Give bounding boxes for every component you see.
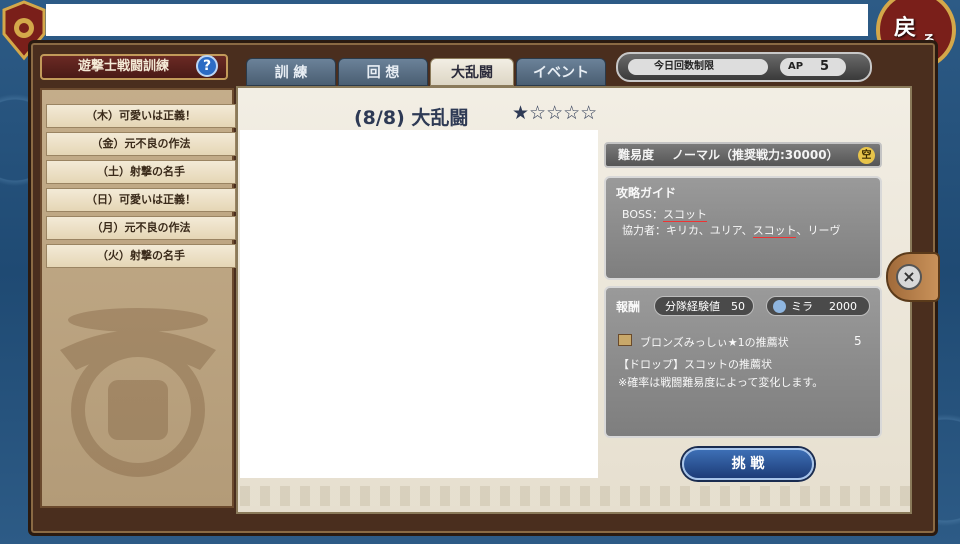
mira-value: 2000 (829, 300, 857, 313)
daily-limit-box: 今日回数制限 AP 5 (616, 52, 872, 82)
boss-prefix: BOSS： (622, 208, 663, 221)
decorative-strip (240, 486, 910, 506)
top-white-bar (46, 4, 868, 36)
tab-recollection[interactable]: 回 想 (338, 58, 428, 86)
ap-label: AP (788, 61, 804, 72)
difficulty-value: ノーマル（推奨戦力:30000） (672, 148, 839, 162)
back-label: 戻 (894, 16, 917, 41)
boss-name: スコット (662, 208, 707, 222)
sidebar-item-label: （月）元不良の作法 (91, 221, 191, 234)
reward-note-line: ※確率は戦闘難易度によって変化します。 (618, 376, 824, 389)
guide-boss-line: BOSS：スコット (622, 206, 707, 222)
exp-label: 分隊経験値 (665, 300, 720, 313)
reward-label: 報酬 (616, 300, 641, 314)
mira-coin-icon (773, 300, 786, 313)
element-badge-icon: 空 (858, 147, 875, 164)
difficulty-label: 難易度 (618, 148, 655, 162)
daily-limit-label: 今日回数制限 (628, 59, 768, 75)
sidebar-item-label: （土）射撃の名手 (97, 165, 185, 178)
sidebar-item-label: （火）射撃の名手 (97, 249, 185, 262)
mira-pill: ミラ 2000 (766, 296, 870, 316)
guild-watermark-icon (60, 308, 216, 477)
difficulty-bar: 難易度 ノーマル（推奨戦力:30000） 空 (604, 142, 882, 168)
reward-drop-line: 【ドロップ】スコットの推薦状 (618, 358, 772, 371)
guide-title: 攻略ガイド (616, 186, 677, 200)
reward-item-qty: 5 (854, 334, 862, 348)
helpers-suffix: 、リーヴ (796, 224, 841, 237)
help-icon[interactable]: ? (196, 55, 218, 77)
reward-box: 報酬 分隊経験値 50 ミラ 2000 ブロンズみっしぃ★1の推薦状 5 【ドロ… (604, 286, 882, 438)
sidebar-item-label: （日）可愛いは正義！ (86, 193, 196, 206)
exp-pill: 分隊経験値 50 (654, 296, 754, 316)
sidebar-item-label: （金）元不良の作法 (91, 137, 191, 150)
sidebar-item[interactable]: （木）可愛いは正義！ (46, 104, 236, 128)
tab-training[interactable]: 訓 練 (246, 58, 336, 86)
strategy-guide-box: 攻略ガイド BOSS：スコット 協力者：キリカ、ユリア、スコット、リーヴ (604, 176, 882, 280)
guide-helpers-line: 協力者：キリカ、ユリア、スコット、リーヴ (622, 222, 840, 238)
reward-item-name: ブロンズみっしぃ★1の推薦状 (640, 336, 789, 349)
ap-counter: AP 5 (780, 58, 846, 76)
exp-value: 50 (731, 300, 745, 313)
ap-value: 5 (820, 59, 830, 74)
letter-item-icon (618, 334, 632, 346)
helpers-prefix: 協力者：キリカ、ユリア、 (622, 224, 753, 237)
sidebar-item[interactable]: （土）射撃の名手 (46, 160, 236, 184)
sidebar-item[interactable]: （月）元不良の作法 (46, 216, 236, 240)
close-icon: × (896, 264, 922, 290)
close-tab-button[interactable]: × (886, 252, 940, 302)
sidebar-item[interactable]: （火）射撃の名手 (46, 244, 236, 268)
sidebar-item-label: （木）可愛いは正義！ (86, 109, 196, 122)
sidebar-item[interactable]: （金）元不良の作法 (46, 132, 236, 156)
helpers-highlight: スコット (752, 224, 797, 238)
challenge-button[interactable]: 挑 戦 (682, 448, 814, 480)
stage-preview-area (240, 130, 598, 478)
stage-title: (8/8) 大乱闘 (354, 107, 469, 129)
difficulty-stars: ★☆☆☆☆ (512, 102, 598, 124)
tab-free-for-all[interactable]: 大乱闘 (430, 58, 514, 86)
sidebar-item[interactable]: （日）可愛いは正義！ (46, 188, 236, 212)
mira-label: ミラ (791, 300, 813, 313)
tab-event[interactable]: イベント (516, 58, 606, 86)
